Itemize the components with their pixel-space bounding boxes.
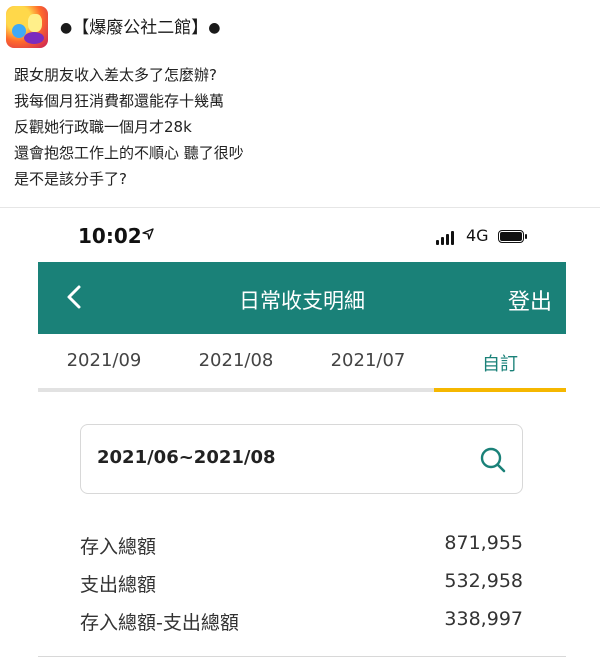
page-avatar[interactable] [6,6,48,48]
page-name[interactable]: ●【爆廢公社二館】● [60,16,220,40]
app-bar: 日常收支明細 登出 [38,262,566,334]
summary-row: 支出總額 532,958 [80,566,523,604]
search-icon[interactable] [478,445,508,475]
divider [0,207,600,208]
post-header: ●【爆廢公社二館】● [0,0,600,58]
post-line: 跟女朋友收入差太多了怎麼辦? [14,66,217,84]
month-tabs: 2021/09 2021/08 2021/07 自訂 [38,334,566,392]
date-range-field[interactable]: 2021/06~2021/08 [80,424,523,494]
tab-custom[interactable]: 自訂 [434,350,566,376]
expense-total-value: 532,958 [444,570,523,592]
deposit-total-label: 存入總額 [80,536,157,558]
summary-list: 存入總額 871,955 支出總額 532,958 存入總額-支出總額 338,… [80,528,523,642]
post-line: 是不是該分手了? [14,170,127,188]
tab-2021-08[interactable]: 2021/08 [170,350,302,371]
active-tab-indicator [434,388,566,392]
app-title: 日常收支明細 [239,289,365,313]
post-line: 還會抱怨工作上的不順心 聽了很吵 [14,144,244,162]
date-range-value: 2021/06~2021/08 [97,447,276,468]
net-total-value: 338,997 [444,608,523,630]
net-total-label: 存入總額-支出總額 [80,612,239,634]
post-body: 跟女朋友收入差太多了怎麼辦? 我每個月狂消費都還能存十幾萬 反觀她行政職一個月才… [14,62,584,192]
location-arrow-icon [142,228,154,240]
bullet-icon: ● [60,20,73,36]
battery-icon [498,230,527,243]
summary-row: 存入總額 871,955 [80,528,523,566]
summary-row: 存入總額-支出總額 338,997 [80,604,523,642]
post-line: 反觀她行政職一個月才28k [14,118,192,136]
bullet-icon: ● [208,20,221,36]
expense-total-label: 支出總額 [80,574,157,596]
post-line: 我每個月狂消費都還能存十幾萬 [14,92,225,110]
tab-2021-09[interactable]: 2021/09 [38,350,170,371]
network-label: 4G [466,226,489,245]
tab-2021-07[interactable]: 2021/07 [302,350,434,371]
signal-icon [436,231,456,245]
logout-button[interactable]: 登出 [508,284,552,316]
status-bar: 10:02 4G [38,222,566,252]
deposit-total-value: 871,955 [444,532,523,554]
status-time: 10:02 [78,224,142,248]
